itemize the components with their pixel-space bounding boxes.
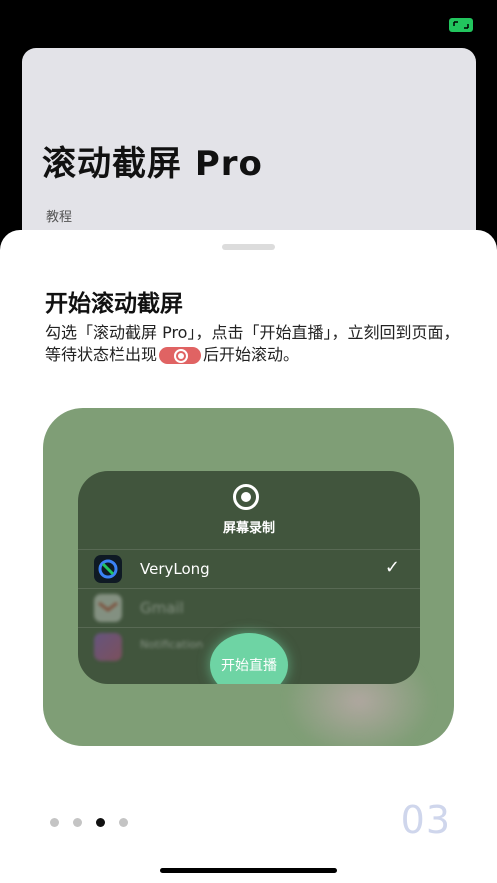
page-dot[interactable] xyxy=(50,818,59,827)
checkmark-icon: ✓ xyxy=(384,557,400,578)
home-indicator xyxy=(160,868,337,873)
pagination-dots xyxy=(50,818,128,827)
app-name: VeryLong xyxy=(140,560,210,578)
page-number: 03 xyxy=(400,798,451,842)
app-icon xyxy=(94,633,122,661)
screen-record-icon xyxy=(233,484,259,510)
background-card-title: 滚动截屏 Pro xyxy=(42,144,263,184)
app-name: Gmail xyxy=(140,599,184,617)
page-dot[interactable] xyxy=(119,818,128,827)
panel-title: 屏幕录制 xyxy=(222,521,275,536)
instruction-text: 勾选「滚动截屏 Pro」，点击「开始直播」，立刻回到页面，等待状态栏出现 后开始滚… xyxy=(45,322,465,366)
page-dot-active[interactable] xyxy=(96,818,105,827)
sheet-title: 开始滚动截屏 xyxy=(45,291,183,317)
fullscreen-icon[interactable] xyxy=(449,18,473,32)
recording-indicator-icon xyxy=(159,347,202,364)
app-row-verylong: VeryLong ✓ xyxy=(78,550,420,588)
tutorial-sheet: 开始滚动截屏 勾选「滚动截屏 Pro」，点击「开始直播」，立刻回到页面，等待状态… xyxy=(0,230,497,883)
app-row-gmail: Gmail xyxy=(78,589,420,627)
background-card-subtitle: 教程 xyxy=(46,210,73,225)
page-dot[interactable] xyxy=(73,818,82,827)
tutorial-illustration: 屏幕录制 VeryLong ✓ Gmail Notification 开始直播 xyxy=(43,408,454,746)
instruction-text-part2: 后开始滚动。 xyxy=(203,345,300,364)
gmail-app-icon xyxy=(94,594,122,622)
app-name: Notification xyxy=(140,638,204,651)
sheet-grabber[interactable] xyxy=(222,244,275,250)
screen-recording-panel: 屏幕录制 VeryLong ✓ Gmail Notification 开始直播 xyxy=(78,471,420,684)
verylong-app-icon xyxy=(94,555,122,583)
